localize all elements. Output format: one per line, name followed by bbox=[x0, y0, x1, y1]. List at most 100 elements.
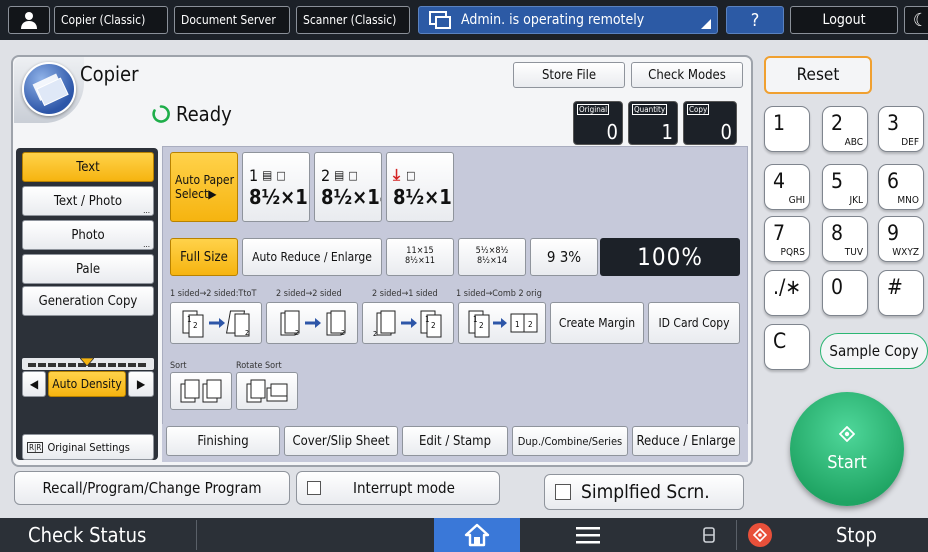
user-button[interactable] bbox=[8, 6, 50, 34]
density-increase-button[interactable]: ▶ bbox=[128, 371, 154, 397]
key-7[interactable]: 7 PQRS bbox=[764, 216, 810, 262]
logout-button[interactable]: Logout bbox=[790, 6, 898, 34]
custom-ratio-button[interactable]: 9 3% bbox=[530, 238, 598, 276]
bypass-tray-button[interactable]: ⤓ □ 8½×11 bbox=[386, 152, 454, 222]
key-2[interactable]: 2 ABC bbox=[822, 106, 868, 152]
tab-cover-slip-sheet[interactable]: Cover/Slip Sheet bbox=[284, 426, 398, 456]
tab-copier-classic[interactable]: Copier (Classic) bbox=[54, 6, 168, 34]
duplex-2-to-2-button[interactable]: 22 bbox=[266, 302, 358, 344]
more-icon: ... bbox=[143, 206, 150, 215]
key-digit: 6 bbox=[887, 169, 900, 193]
sort-icon bbox=[180, 379, 222, 403]
remote-status-bar[interactable]: Admin. is operating remotely bbox=[418, 6, 718, 34]
recall-program-button[interactable]: Recall/Program/Change Program bbox=[14, 471, 290, 505]
key-dot-slash[interactable]: ./∗ bbox=[764, 270, 810, 316]
key-8[interactable]: 8 TUV bbox=[822, 216, 868, 262]
paper-tray-1-button[interactable]: 1 ▤ □ 8½×11 bbox=[242, 152, 310, 222]
stop-button[interactable]: Stop bbox=[836, 518, 877, 552]
tab-scanner-classic[interactable]: Scanner (Classic) bbox=[296, 6, 410, 34]
ratio-to: 8½×11 bbox=[404, 256, 436, 266]
tab-document-server[interactable]: Document Server bbox=[174, 6, 290, 34]
key-5[interactable]: 5 JKL bbox=[822, 164, 868, 210]
create-margin-button[interactable]: Create Margin bbox=[550, 302, 644, 344]
tray-icon: ▤ bbox=[262, 168, 273, 182]
key-letters: MNO bbox=[897, 195, 919, 206]
key-digit: 8 bbox=[831, 221, 844, 245]
paper-tray-2-button[interactable]: 2 ▤ □ 8½×14 bbox=[314, 152, 382, 222]
counter-label: Copy bbox=[687, 104, 710, 115]
svg-text:2: 2 bbox=[373, 330, 377, 338]
density-scale bbox=[22, 358, 154, 370]
tab-dup-combine-series[interactable]: Dup./Combine/Series bbox=[512, 426, 628, 456]
duplex-label: 2 sided→1 sided bbox=[372, 289, 438, 299]
help-button[interactable]: ? bbox=[726, 6, 784, 34]
auto-density-button[interactable]: Auto Density bbox=[48, 371, 126, 397]
density-decrease-button[interactable]: ◀ bbox=[22, 371, 46, 397]
combine-2-originals-button[interactable]: 1212 bbox=[458, 302, 546, 344]
sample-copy-button[interactable]: Sample Copy bbox=[820, 333, 928, 369]
key-1[interactable]: 1 bbox=[764, 106, 810, 152]
tab-label: Scanner (Classic) bbox=[303, 13, 397, 27]
logout-label: Logout bbox=[822, 12, 866, 28]
home-icon bbox=[464, 523, 490, 547]
tab-label: Document Server bbox=[181, 13, 276, 27]
key-0[interactable]: 0 bbox=[822, 270, 868, 316]
start-button[interactable]: Start bbox=[790, 392, 904, 506]
original-type-pale[interactable]: Pale bbox=[22, 254, 154, 284]
tab-reduce-enlarge[interactable]: Reduce / Enlarge bbox=[632, 426, 740, 456]
remote-status-text: Admin. is operating remotely bbox=[461, 12, 645, 28]
original-type-label: Generation Copy bbox=[38, 293, 138, 309]
interrupt-mode-label: Interrupt mode bbox=[353, 479, 455, 497]
original-type-photo[interactable]: Photo... bbox=[22, 220, 154, 250]
help-icon: ? bbox=[750, 9, 760, 31]
original-type-generation-copy[interactable]: Generation Copy bbox=[22, 286, 154, 316]
clear-key[interactable]: C bbox=[764, 324, 810, 370]
interrupt-mode-button[interactable]: Interrupt mode bbox=[296, 471, 500, 505]
tab-finishing[interactable]: Finishing bbox=[166, 426, 280, 456]
svg-text:2: 2 bbox=[245, 329, 249, 337]
check-status-button[interactable]: Check Status bbox=[28, 518, 146, 552]
duplex-1-to-2-button[interactable]: 122 bbox=[170, 302, 262, 344]
check-modes-button[interactable]: Check Modes bbox=[631, 62, 743, 88]
full-size-button[interactable]: Full Size bbox=[170, 238, 238, 276]
divider bbox=[736, 520, 737, 550]
rotate-sort-icon bbox=[246, 379, 288, 403]
check-status-label: Check Status bbox=[28, 523, 147, 547]
copy-counter: Copy 0 bbox=[683, 101, 737, 145]
original-type-label: Text / Photo bbox=[53, 193, 123, 209]
original-type-text[interactable]: Text bbox=[22, 152, 154, 182]
auto-paper-select-button[interactable]: Auto Paper Select▶ bbox=[170, 152, 238, 222]
rotate-sort-button[interactable] bbox=[236, 372, 298, 410]
energy-save-button[interactable]: ☾ bbox=[904, 6, 928, 34]
id-card-copy-button[interactable]: ID Card Copy bbox=[648, 302, 740, 344]
bypass-tray-icon: ⤓ bbox=[393, 165, 401, 184]
key-6[interactable]: 6 MNO bbox=[878, 164, 924, 210]
paper-portrait-icon: □ bbox=[348, 168, 358, 182]
duplex-2-to-1-button[interactable]: 212 bbox=[362, 302, 454, 344]
menu-button[interactable] bbox=[570, 518, 606, 552]
key-digit: 5 bbox=[831, 169, 844, 193]
key-9[interactable]: 9 WXYZ bbox=[878, 216, 924, 262]
original-type-text-photo[interactable]: Text / Photo... bbox=[22, 186, 154, 216]
svg-text:2: 2 bbox=[341, 329, 345, 337]
menu-icon bbox=[576, 527, 600, 544]
key-hash[interactable]: # bbox=[878, 270, 924, 316]
original-settings-button[interactable]: R|R Original Settings bbox=[22, 434, 154, 460]
original-type-label: Text bbox=[76, 159, 100, 175]
ratio-preset-2-button[interactable]: 5½×8½ 8½×14 bbox=[458, 238, 526, 276]
storage-button[interactable] bbox=[694, 518, 724, 552]
key-3[interactable]: 3 DEF bbox=[878, 106, 924, 152]
tab-label: Dup./Combine/Series bbox=[517, 434, 623, 448]
store-file-button[interactable]: Store File bbox=[513, 62, 625, 88]
sort-button[interactable] bbox=[170, 372, 232, 410]
svg-text:2: 2 bbox=[528, 320, 533, 329]
check-modes-label: Check Modes bbox=[648, 67, 726, 83]
reset-button[interactable]: Reset bbox=[764, 56, 872, 94]
home-button[interactable] bbox=[434, 518, 520, 552]
tab-edit-stamp[interactable]: Edit / Stamp bbox=[402, 426, 508, 456]
ratio-preset-1-button[interactable]: 11×15 8½×11 bbox=[386, 238, 454, 276]
auto-reduce-enlarge-button[interactable]: Auto Reduce / Enlarge bbox=[242, 238, 382, 276]
simplified-screen-button[interactable]: Simplfied Scrn. bbox=[544, 474, 744, 510]
key-4[interactable]: 4 GHI bbox=[764, 164, 810, 210]
tab-label: Cover/Slip Sheet bbox=[292, 433, 390, 449]
